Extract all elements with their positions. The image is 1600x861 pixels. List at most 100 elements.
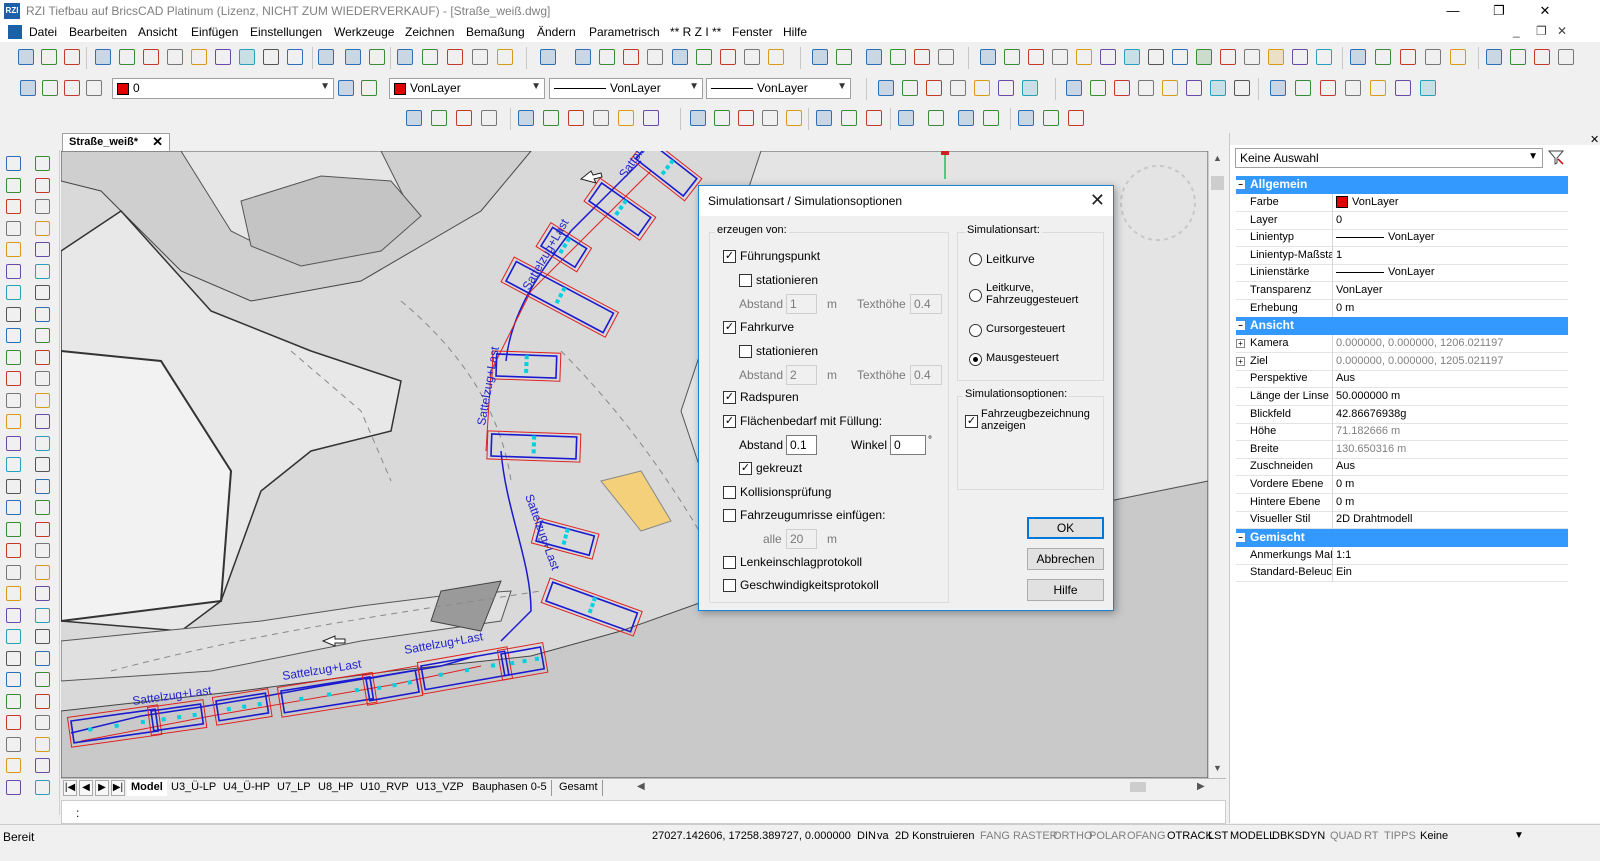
menu-aendern[interactable]: Ändern <box>537 25 576 39</box>
property-value[interactable]: 42.86676938g <box>1336 408 1568 420</box>
menu-einstellungen[interactable]: Einstellungen <box>250 25 322 39</box>
zoom-tool-icon[interactable] <box>623 49 639 65</box>
modify-tool-icon[interactable] <box>35 758 50 773</box>
draw-tool-icon[interactable] <box>6 693 21 709</box>
rzi-tool-icon[interactable] <box>1534 49 1550 65</box>
draw-tool-icon[interactable] <box>6 242 21 257</box>
draw-tool-icon[interactable] <box>6 672 21 687</box>
draw-tool-icon[interactable] <box>6 629 21 644</box>
rzi-folder-tool-icon[interactable] <box>866 110 882 126</box>
snap-tool-icon[interactable] <box>1316 49 1332 65</box>
props-tool-icon[interactable] <box>497 49 513 65</box>
texthoehe2-input[interactable]: 0.4 <box>910 365 942 385</box>
property-value[interactable]: 2D Drahtmodell <box>1336 513 1568 525</box>
status-toggle-quad[interactable]: QUAD <box>1330 830 1362 842</box>
snap-tool-icon[interactable] <box>1268 49 1284 65</box>
osnap-tool-icon[interactable] <box>1400 49 1416 65</box>
mdi-close-button[interactable]: ✕ <box>1557 24 1567 38</box>
property-category-gemischt[interactable]: − Gemischt <box>1236 528 1568 547</box>
color-combo[interactable]: VonLayer ▼ <box>389 78 545 99</box>
alle-input[interactable]: 20 <box>786 529 817 549</box>
view-tool-icon[interactable] <box>540 49 556 65</box>
status-toggle-lst[interactable]: LST <box>1208 830 1228 842</box>
draw-tool-icon[interactable] <box>6 543 21 558</box>
draw-tool-icon[interactable] <box>6 779 21 795</box>
texthoehe1-input[interactable]: 0.4 <box>910 294 942 314</box>
edit-tool-icon[interactable] <box>287 49 303 65</box>
draw-tool-icon[interactable] <box>6 478 21 494</box>
render-tool-icon[interactable] <box>1270 80 1286 96</box>
property-value[interactable]: Aus <box>1336 460 1568 472</box>
rzi-help-tool-icon[interactable] <box>406 110 422 126</box>
lenkeinschlag-checkbox[interactable] <box>723 556 736 569</box>
modify-tool-icon[interactable] <box>35 736 50 752</box>
rzi-help-tool-icon[interactable] <box>431 110 447 126</box>
property-value[interactable]: 0.000000, 0.000000, 1206.021197 <box>1336 337 1568 349</box>
snap-tool-icon[interactable] <box>980 49 996 65</box>
property-row[interactable]: Breite 130.650316 m <box>1236 440 1568 459</box>
file-tool-icon[interactable] <box>18 49 34 65</box>
pan-tool-icon[interactable] <box>744 49 760 65</box>
fahrzeugbez-checkbox[interactable] <box>965 415 978 428</box>
stationieren1-checkbox[interactable] <box>739 274 752 287</box>
vertical-scrollbar[interactable]: ▲ ▼ <box>1208 151 1226 778</box>
rzi-tool-tool-icon[interactable] <box>983 110 999 126</box>
document-tab[interactable]: Straße_weiß* ✕ <box>62 133 170 151</box>
mdi-minimize-button[interactable]: _ <box>1513 24 1520 38</box>
status-toggle-polar[interactable]: POLAR <box>1089 830 1126 842</box>
pan-tool-icon[interactable] <box>720 49 736 65</box>
layout-tab[interactable]: Bauphasen 0-5 <box>468 780 552 796</box>
property-row[interactable]: Layer 0 <box>1236 211 1568 230</box>
layer-tool-icon[interactable] <box>64 80 80 96</box>
orbit-tool-icon[interactable] <box>974 80 990 96</box>
layout-tab[interactable]: Gesamt <box>555 780 603 796</box>
collapse-icon[interactable]: − <box>1236 321 1245 331</box>
orbit-tool-icon[interactable] <box>902 80 918 96</box>
scroll-down-icon[interactable]: ▼ <box>1213 763 1222 773</box>
status-toggle-dbks[interactable]: DBKS <box>1272 830 1302 842</box>
snap-tool-icon[interactable] <box>1076 49 1092 65</box>
status-menu-chevron-icon[interactable]: ▼ <box>1514 830 1524 841</box>
geschwindigkeit-checkbox[interactable] <box>723 579 736 592</box>
rzi-misc-tool-icon[interactable] <box>690 110 706 126</box>
edit-tool-icon[interactable] <box>239 49 255 65</box>
vehicle-tool-icon[interactable] <box>518 110 534 126</box>
pan-tool-icon[interactable] <box>768 49 784 65</box>
property-row[interactable]: Länge der Linse 50.000000 m <box>1236 388 1568 406</box>
snap-tool-icon[interactable] <box>1172 49 1188 65</box>
restore-button[interactable]: ❐ <box>1476 0 1522 22</box>
selection-dropdown[interactable]: Keine Auswahl ▼ <box>1235 148 1543 168</box>
umrisse-checkbox[interactable] <box>723 509 736 522</box>
modify-tool-icon[interactable] <box>35 693 50 709</box>
property-category-allgemein[interactable]: − Allgemein <box>1236 176 1568 194</box>
modify-tool-icon[interactable] <box>35 779 50 795</box>
draw-tool-icon[interactable] <box>6 715 21 730</box>
status-toggle-rt[interactable]: RT <box>1364 830 1378 842</box>
lineweight-combo[interactable]: VonLayer ▼ <box>706 78 851 99</box>
layout-tab[interactable]: U13_VZP <box>412 780 469 796</box>
edit-tool-icon[interactable] <box>167 49 183 65</box>
status-toggle-otrack[interactable]: OTRACK <box>1167 830 1213 842</box>
modify-tool-icon[interactable] <box>35 414 50 429</box>
property-row[interactable]: Standard-Beleuchtung Ein <box>1236 564 1568 583</box>
fahrkurve-checkbox[interactable] <box>723 321 736 334</box>
layer-tool-icon[interactable] <box>42 80 58 96</box>
scroll-up-icon[interactable]: ▲ <box>1213 153 1222 163</box>
flaechenbedarf-checkbox[interactable] <box>723 415 736 428</box>
edit-tool-icon[interactable] <box>191 49 207 65</box>
modify-tool-icon[interactable] <box>35 521 50 537</box>
menu-werkzeuge[interactable]: Werkzeuge <box>334 25 394 39</box>
delete-tool-icon[interactable] <box>318 49 334 65</box>
radspuren-checkbox[interactable] <box>723 391 736 404</box>
ok-button[interactable]: OK <box>1027 517 1104 539</box>
draw-tool-icon[interactable] <box>6 414 21 429</box>
dialog-title-bar[interactable]: Simulationsart / Simulationsoptionen <box>699 186 1113 216</box>
leitkurve-radio[interactable] <box>969 253 982 266</box>
layer-combo[interactable]: 0 ▼ <box>112 78 334 99</box>
command-line[interactable]: : <box>61 800 1226 824</box>
edit-tool-icon[interactable] <box>143 49 159 65</box>
vehicle-tool-icon[interactable] <box>618 110 634 126</box>
property-row[interactable]: Linientyp VonLayer <box>1236 229 1568 248</box>
draw-tool-icon[interactable] <box>6 500 21 515</box>
solid-tool-icon[interactable] <box>1234 80 1250 96</box>
